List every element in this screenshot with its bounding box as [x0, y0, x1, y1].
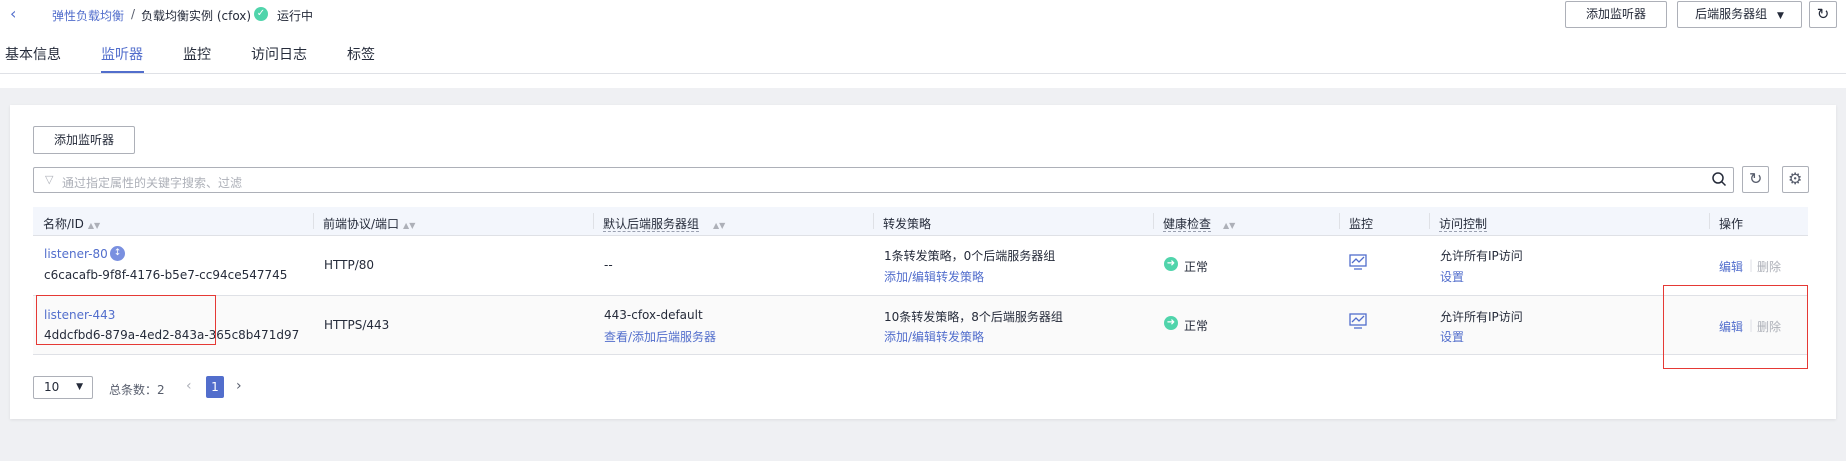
column-header-policy: 转发策略 [883, 217, 932, 231]
listener-badge-icon: ↕ [110, 246, 125, 261]
refresh-icon: ↻ [1749, 169, 1763, 188]
policy-summary: 1条转发策略，0个后端服务器组 [884, 249, 1056, 263]
header-add-listener-button[interactable]: 添加监听器 [1565, 1, 1667, 28]
tab-listeners[interactable]: 监听器 [101, 44, 143, 64]
table-refresh-button[interactable]: ↻ [1742, 166, 1769, 193]
column-divider [1153, 213, 1154, 229]
backend-groups-label: 后端服务器组 [1695, 7, 1768, 21]
page-header: ‹ 弹性负载均衡 / 负载均衡实例 (cfox) ✓ 运行中 添加监听器 后端服… [0, 0, 1846, 88]
column-label: 访问控制 [1439, 217, 1488, 232]
table-settings-button[interactable]: ⚙ [1782, 166, 1809, 193]
policy-summary: 10条转发策略，8个后端服务器组 [884, 310, 1063, 324]
tabs-divider [0, 73, 1846, 74]
column-header-actions: 操作 [1719, 217, 1744, 231]
access-settings-link[interactable]: 设置 [1440, 268, 1464, 285]
monitor-chart-icon[interactable] [1349, 313, 1367, 332]
tab-monitoring[interactable]: 监控 [183, 44, 211, 64]
access-settings-link[interactable]: 设置 [1440, 328, 1464, 345]
tab-access-logs[interactable]: 访问日志 [251, 44, 307, 64]
prev-page-button[interactable]: ‹ [186, 378, 192, 394]
filter-icon: ▽ [45, 173, 54, 186]
breadcrumb-parent-link[interactable]: 弹性负载均衡 [52, 7, 124, 24]
health-ok-icon: ➜ [1164, 316, 1178, 330]
delete-link[interactable]: 删除 [1757, 258, 1781, 275]
column-header-name[interactable]: 名称/ID ▲▼ [43, 215, 100, 232]
sort-icon[interactable]: ▲▼ [403, 221, 415, 230]
column-label: 名称/ID [43, 217, 84, 231]
backend-group: -- [604, 258, 613, 272]
health-ok-icon: ➜ [1164, 257, 1178, 271]
column-divider [1709, 213, 1710, 229]
protocol-port: HTTPS/443 [324, 318, 390, 332]
search-input[interactable]: ▽ 通过指定属性的关键字搜索、过滤 [33, 167, 1734, 193]
sort-icon[interactable]: ▲▼ [713, 221, 725, 230]
table-header: 名称/ID ▲▼ 前端协议/端口 ▲▼ 默认后端服务器组 ▲▼ 转发策略 健康检查 ▲▼… [33, 207, 1808, 235]
column-header-access-control: 访问控制 [1439, 215, 1488, 232]
caret-down-icon: ▼ [1776, 11, 1784, 21]
next-page-button[interactable]: › [236, 378, 242, 394]
page-1-button[interactable]: 1 [206, 376, 224, 398]
column-divider [873, 213, 874, 229]
sort-icon[interactable]: ▲▼ [1223, 221, 1235, 230]
tab-tags[interactable]: 标签 [347, 44, 375, 64]
access-control-text: 允许所有IP访问 [1440, 310, 1523, 324]
search-icon[interactable] [1711, 171, 1727, 190]
view-add-backend-link[interactable]: 查看/添加后端服务器 [604, 328, 716, 345]
column-label: 默认后端服务器组 [603, 217, 700, 232]
listener-name-link[interactable]: listener-80 [44, 247, 108, 261]
monitor-chart-icon[interactable] [1349, 254, 1367, 273]
column-divider [1429, 213, 1430, 229]
column-divider [1339, 213, 1340, 229]
back-icon[interactable]: ‹ [10, 4, 16, 23]
column-divider [593, 213, 594, 229]
edit-link[interactable]: 编辑 [1719, 258, 1743, 275]
page-refresh-button[interactable]: ↻ [1809, 1, 1837, 28]
highlight-box-listener-443 [36, 295, 216, 345]
highlight-box-actions [1663, 285, 1808, 369]
row-background [33, 296, 1808, 354]
row-divider [33, 354, 1808, 355]
add-listener-label: 添加监听器 [53, 133, 114, 147]
edit-policy-link[interactable]: 添加/编辑转发策略 [884, 328, 984, 345]
breadcrumb-current: 负载均衡实例 (cfox) [141, 9, 252, 23]
backend-group: 443-cfox-default [604, 308, 703, 322]
search-placeholder: 通过指定属性的关键字搜索、过滤 [62, 176, 243, 190]
column-header-health[interactable]: 健康检查 ▲▼ [1163, 215, 1235, 232]
total-count: 总条数：2 [109, 383, 165, 397]
tab-basic-info[interactable]: 基本信息 [5, 44, 61, 64]
caret-down-icon: ▼ [76, 382, 83, 392]
action-separator: | [1749, 258, 1754, 272]
sort-icon[interactable]: ▲▼ [88, 221, 100, 230]
column-divider [313, 213, 314, 229]
row-divider [33, 235, 1808, 236]
running-status-icon: ✓ [254, 7, 268, 21]
column-label: 健康检查 [1163, 217, 1212, 232]
refresh-icon: ↻ [1816, 5, 1830, 23]
column-header-backend-group[interactable]: 默认后端服务器组 ▲▼ [603, 215, 725, 232]
access-control-text: 允许所有IP访问 [1440, 249, 1523, 263]
column-header-protocol[interactable]: 前端协议/端口 ▲▼ [323, 215, 415, 232]
column-header-monitor: 监控 [1349, 217, 1374, 231]
gear-icon: ⚙ [1788, 169, 1803, 188]
protocol-port: HTTP/80 [324, 258, 375, 272]
page-size-value: 10 [44, 380, 60, 394]
health-status: 正常 [1184, 260, 1209, 274]
header-add-listener-label: 添加监听器 [1585, 7, 1646, 21]
instance-status-text: 运行中 [277, 9, 314, 23]
health-status: 正常 [1184, 319, 1209, 333]
page-size-select[interactable]: 10 ▼ [33, 376, 93, 399]
column-label: 前端协议/端口 [323, 217, 400, 231]
listener-id: c6cacafb-9f8f-4176-b5e7-cc94ce547745 [44, 268, 288, 282]
breadcrumb-separator: / [131, 7, 136, 21]
edit-policy-link[interactable]: 添加/编辑转发策略 [884, 268, 984, 285]
add-listener-button[interactable]: 添加监听器 [33, 126, 135, 154]
backend-groups-dropdown[interactable]: 后端服务器组 ▼ [1677, 1, 1802, 28]
